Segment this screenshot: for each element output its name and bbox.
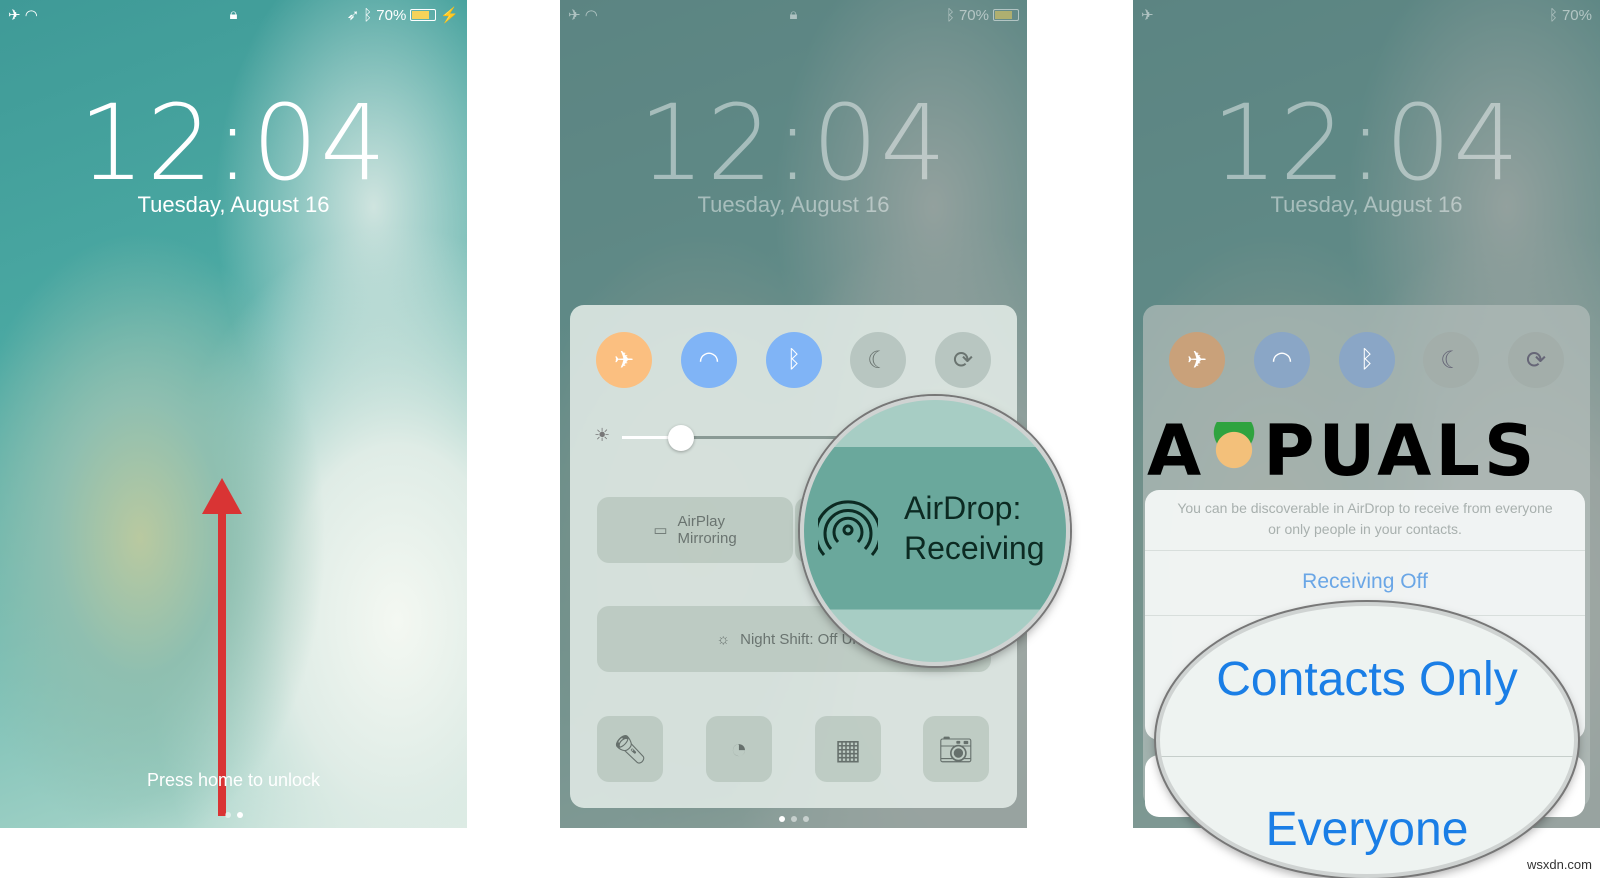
option-contacts-only[interactable]: Contacts Only	[1160, 652, 1574, 707]
location-icon: ➶	[346, 7, 360, 24]
airplane-icon: ✈	[8, 7, 21, 24]
do-not-disturb-toggle: ☾	[1423, 332, 1479, 388]
bluetooth-toggle: ᛒ	[1339, 332, 1395, 388]
appuals-logo: A PUALS	[1147, 410, 1539, 492]
status-bar: ✈ ᛒ 70%	[1141, 6, 1592, 25]
brightness-icon: ☀	[594, 425, 611, 445]
airplay-label: AirPlay Mirroring	[677, 513, 737, 547]
battery-icon	[993, 9, 1019, 21]
camera-button[interactable]: 📷︎	[923, 716, 989, 782]
airplane-icon: ✈	[613, 346, 635, 374]
timer-button[interactable]: ◔	[706, 716, 772, 782]
lock-screen: ✈ ◠ 🔒︎ ➶ ᛒ 70% ⚡ 12:04 Tuesday, August 16 P…	[0, 0, 467, 828]
wifi-toggle: ◠	[1254, 332, 1310, 388]
airplane-toggle: ✈	[1169, 332, 1225, 388]
airplane-icon: ✈	[568, 7, 581, 24]
option-everyone[interactable]: Everyone	[1160, 802, 1574, 857]
rotation-lock-icon: ⟳	[952, 346, 974, 374]
camera-icon: 📷︎	[938, 733, 974, 765]
airdrop-icon	[818, 500, 878, 556]
flashlight-icon: 🔦︎	[612, 733, 648, 765]
option-receiving-off[interactable]: Receiving Off	[1145, 570, 1585, 594]
wifi-toggle[interactable]: ◠	[681, 332, 737, 388]
calculator-button[interactable]: ▦	[815, 716, 881, 782]
wifi-icon: ◠	[698, 346, 720, 374]
watermark: wsxdn.com	[1526, 857, 1592, 872]
airplane-icon: ✈	[1141, 7, 1154, 24]
battery-icon	[410, 9, 437, 21]
clock: 12:04	[1211, 82, 1522, 204]
rotation-lock-toggle: ⟳	[1508, 332, 1564, 388]
charging-icon: ⚡	[440, 7, 459, 24]
bluetooth-toggle[interactable]: ᛒ	[766, 332, 822, 388]
status-bar: ✈ ◠ 🔒︎ ᛒ 70%	[568, 6, 1019, 24]
airplay-icon: ▭	[653, 522, 668, 539]
bluetooth-icon: ᛒ	[786, 346, 802, 373]
moon-icon: ☾	[867, 346, 889, 374]
page-dots	[0, 812, 467, 818]
swipe-up-arrow-icon	[202, 478, 242, 816]
airplane-toggle[interactable]: ✈	[596, 332, 652, 388]
battery-percent: 70%	[1561, 6, 1592, 24]
status-bar: ✈ ◠ 🔒︎ ➶ ᛒ 70% ⚡	[8, 6, 459, 24]
wifi-icon: ◠	[24, 7, 38, 24]
date: Tuesday, August 16	[137, 192, 330, 217]
bluetooth-icon: ᛒ	[363, 6, 373, 24]
flashlight-button[interactable]: 🔦︎	[597, 716, 663, 782]
mascot-icon	[1205, 422, 1264, 492]
brightness-thumb[interactable]	[668, 425, 694, 451]
night-shift-icon: ☼	[716, 630, 731, 648]
clock: 12:04	[78, 82, 389, 204]
lock-icon: 🔒︎	[229, 6, 238, 23]
calculator-icon: ▦	[834, 733, 862, 765]
lock-icon: 🔒︎	[789, 6, 798, 23]
rotation-lock-toggle[interactable]: ⟳	[935, 332, 991, 388]
do-not-disturb-toggle[interactable]: ☾	[850, 332, 906, 388]
bluetooth-icon: ᛒ	[1548, 6, 1558, 24]
wifi-icon: ◠	[584, 7, 598, 24]
airdrop-status: Receiving	[904, 530, 1045, 566]
date: Tuesday, August 16	[697, 192, 890, 217]
sheet-description: You can be discoverable in AirDrop to re…	[1177, 500, 1553, 537]
options-magnifier: Contacts Only Everyone	[1156, 602, 1578, 878]
clock: 12:04	[638, 82, 949, 204]
date: Tuesday, August 16	[1270, 192, 1463, 217]
airdrop-title: AirDrop:	[904, 490, 1022, 526]
unlock-hint: Press home to unlock	[146, 770, 321, 790]
airdrop-magnifier: AirDrop: Receiving	[800, 396, 1070, 666]
page-dots	[560, 816, 1027, 822]
battery-percent: 70%	[958, 6, 989, 24]
battery-percent: 70%	[376, 6, 407, 24]
airplay-button[interactable]: ▭ AirPlay Mirroring	[597, 497, 793, 563]
timer-icon: ◔	[730, 733, 748, 764]
bluetooth-icon: ᛒ	[945, 6, 955, 24]
